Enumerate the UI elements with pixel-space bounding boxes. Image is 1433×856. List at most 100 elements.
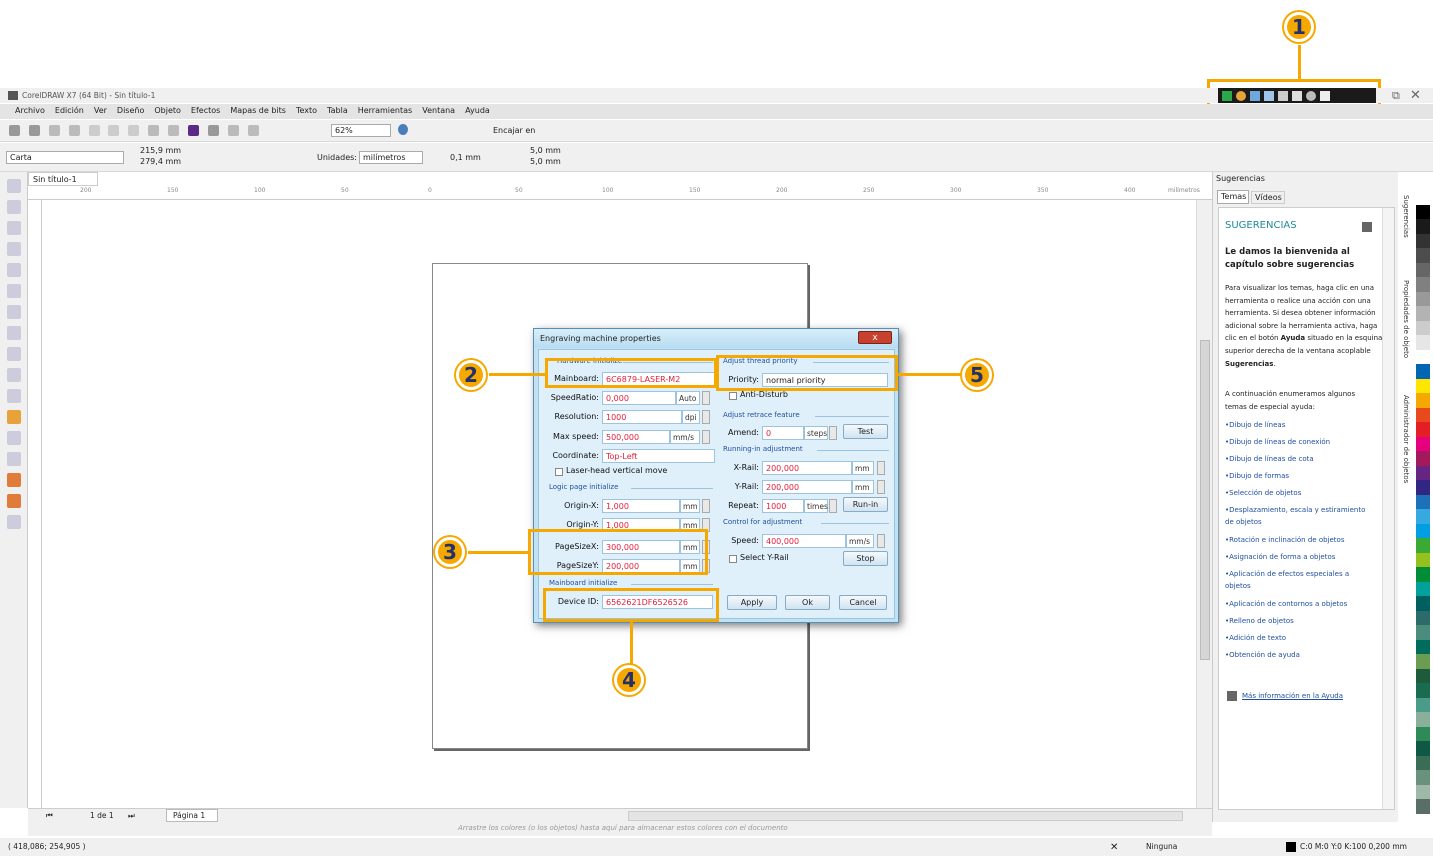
new-icon[interactable]: [9, 125, 20, 136]
palette-swatch[interactable]: [1416, 712, 1430, 727]
palette-swatch[interactable]: [1416, 509, 1430, 524]
menu-archivo[interactable]: Archivo: [10, 104, 50, 119]
apply-button[interactable]: Apply: [727, 595, 777, 610]
hint-topic-link[interactable]: •Rotación e inclinación de objetos: [1225, 534, 1375, 546]
palette-swatch[interactable]: [1416, 610, 1430, 625]
plugin-icon-cut[interactable]: [1278, 90, 1288, 101]
maxspeed-spinner[interactable]: [702, 430, 710, 444]
horizontal-ruler[interactable]: 200 150 100 50 0 50 100 150 200 250 300 …: [28, 186, 1212, 200]
palette-swatch[interactable]: [1416, 349, 1430, 364]
palette-swatch[interactable]: [1416, 726, 1430, 741]
resolution-input[interactable]: 1000: [602, 410, 682, 424]
repeat-input[interactable]: 1000: [762, 499, 804, 513]
yrail-input[interactable]: 200,000: [762, 480, 852, 494]
hint-topic-link[interactable]: •Aplicación de efectos especiales a obje…: [1225, 568, 1375, 592]
plugin-icon-pen[interactable]: [1250, 90, 1260, 101]
palette-swatch[interactable]: [1416, 581, 1430, 596]
artistic-media-icon[interactable]: [7, 284, 21, 298]
palette-swatch[interactable]: [1416, 552, 1430, 567]
palette-swatch[interactable]: [1416, 407, 1430, 422]
import-icon[interactable]: [207, 125, 219, 136]
scroll-thumb[interactable]: [1200, 340, 1210, 660]
palette-swatch[interactable]: [1416, 494, 1430, 509]
menu-ver[interactable]: Ver: [89, 104, 112, 119]
xrail-input[interactable]: 200,000: [762, 461, 852, 475]
page-size-select[interactable]: Carta: [6, 151, 124, 164]
page-width[interactable]: 215,9 mm: [140, 146, 181, 155]
palette-swatch[interactable]: [1416, 523, 1430, 538]
plugin-icon-back[interactable]: [1292, 90, 1302, 101]
stop-button[interactable]: Stop: [843, 551, 888, 566]
palette-swatch[interactable]: [1416, 190, 1430, 205]
menu-mapas-de-bits[interactable]: Mapas de bits: [225, 104, 291, 119]
menu-objeto[interactable]: Objeto: [149, 104, 186, 119]
speed-input[interactable]: 400,000: [762, 534, 846, 548]
hint-topic-link[interactable]: •Dibujo de líneas de conexión: [1225, 436, 1375, 448]
palette-swatch[interactable]: [1416, 233, 1430, 248]
pick-tool-icon[interactable]: [7, 179, 21, 193]
duplicate-y[interactable]: 5,0 mm: [530, 157, 561, 166]
more-help-link[interactable]: Más información en la Ayuda: [1242, 692, 1343, 700]
rectangle-tool-icon[interactable]: [7, 305, 21, 319]
hint-topic-link[interactable]: •Dibujo de líneas: [1225, 419, 1375, 431]
hint-topic-link[interactable]: •Aplicación de contornos a objetos: [1225, 598, 1375, 610]
palette-swatch[interactable]: [1416, 625, 1430, 640]
save-icon[interactable]: [48, 125, 60, 136]
page-tab[interactable]: Página 1: [166, 809, 218, 822]
palette-swatch[interactable]: [1416, 335, 1430, 350]
hint-topic-link[interactable]: •Obtención de ayuda: [1225, 649, 1375, 661]
xrail-spinner[interactable]: [877, 461, 885, 475]
maxspeed-input[interactable]: 500,000: [602, 430, 670, 444]
cut-icon[interactable]: [88, 125, 100, 136]
paste-icon[interactable]: [128, 125, 140, 136]
speedratio-spinner[interactable]: [702, 391, 710, 405]
help-icon[interactable]: [1362, 222, 1372, 232]
palette-swatch[interactable]: [1416, 451, 1430, 466]
palette-swatch[interactable]: [1416, 654, 1430, 669]
antidisturb-checkbox[interactable]: [729, 392, 737, 400]
first-page-icon[interactable]: ⏮: [46, 811, 53, 821]
outline-tool-icon[interactable]: [7, 494, 21, 508]
eyedropper-icon[interactable]: [7, 410, 21, 424]
plugin-icon-stop[interactable]: [1306, 90, 1316, 101]
coordinate-select[interactable]: Top-Left: [602, 449, 715, 463]
palette-swatch[interactable]: [1416, 277, 1430, 292]
palette-swatch[interactable]: [1416, 291, 1430, 306]
vertical-ruler[interactable]: [28, 200, 42, 808]
nudge-value[interactable]: 0,1 mm: [450, 153, 481, 162]
palette-swatch[interactable]: [1416, 668, 1430, 683]
plugin-icon-settings[interactable]: [1320, 90, 1330, 101]
zoom-icon[interactable]: [398, 124, 408, 135]
plugin-icon-tool[interactable]: [1264, 90, 1274, 101]
repeat-spinner[interactable]: [829, 499, 837, 513]
runin-button[interactable]: Run-in: [843, 497, 888, 512]
palette-swatch[interactable]: [1416, 465, 1430, 480]
open-icon[interactable]: [28, 125, 40, 136]
menu-texto[interactable]: Texto: [291, 104, 322, 119]
cancel-button[interactable]: Cancel: [839, 595, 887, 610]
units-select[interactable]: milímetros: [359, 151, 423, 164]
undo-icon[interactable]: [148, 125, 160, 136]
palette-swatch[interactable]: [1416, 204, 1430, 219]
connector-tool-icon[interactable]: [7, 389, 21, 403]
palette-swatch[interactable]: [1416, 320, 1430, 335]
horizontal-scrollbar[interactable]: [628, 811, 1183, 821]
palette-swatch[interactable]: [1416, 596, 1430, 611]
palette-swatch[interactable]: [1416, 784, 1430, 799]
palette-swatch[interactable]: [1416, 364, 1430, 379]
yrail-spinner[interactable]: [877, 480, 885, 494]
print-icon[interactable]: [68, 125, 80, 136]
palette-swatch[interactable]: [1416, 639, 1430, 654]
fill-tool-icon[interactable]: [7, 473, 21, 487]
palette-swatch[interactable]: [1416, 538, 1430, 553]
transparency-icon[interactable]: [7, 452, 21, 466]
text-tool-icon[interactable]: [7, 368, 21, 382]
duplicate-x[interactable]: 5,0 mm: [530, 146, 561, 155]
palette-swatch[interactable]: [1416, 770, 1430, 785]
palette-swatch[interactable]: [1416, 378, 1430, 393]
plugin-icon-green[interactable]: [1222, 90, 1232, 101]
polygon-tool-icon[interactable]: [7, 347, 21, 361]
menu-edicion[interactable]: Edición: [50, 104, 89, 119]
ellipse-tool-icon[interactable]: [7, 326, 21, 340]
originx-input[interactable]: 1,000: [602, 499, 680, 513]
